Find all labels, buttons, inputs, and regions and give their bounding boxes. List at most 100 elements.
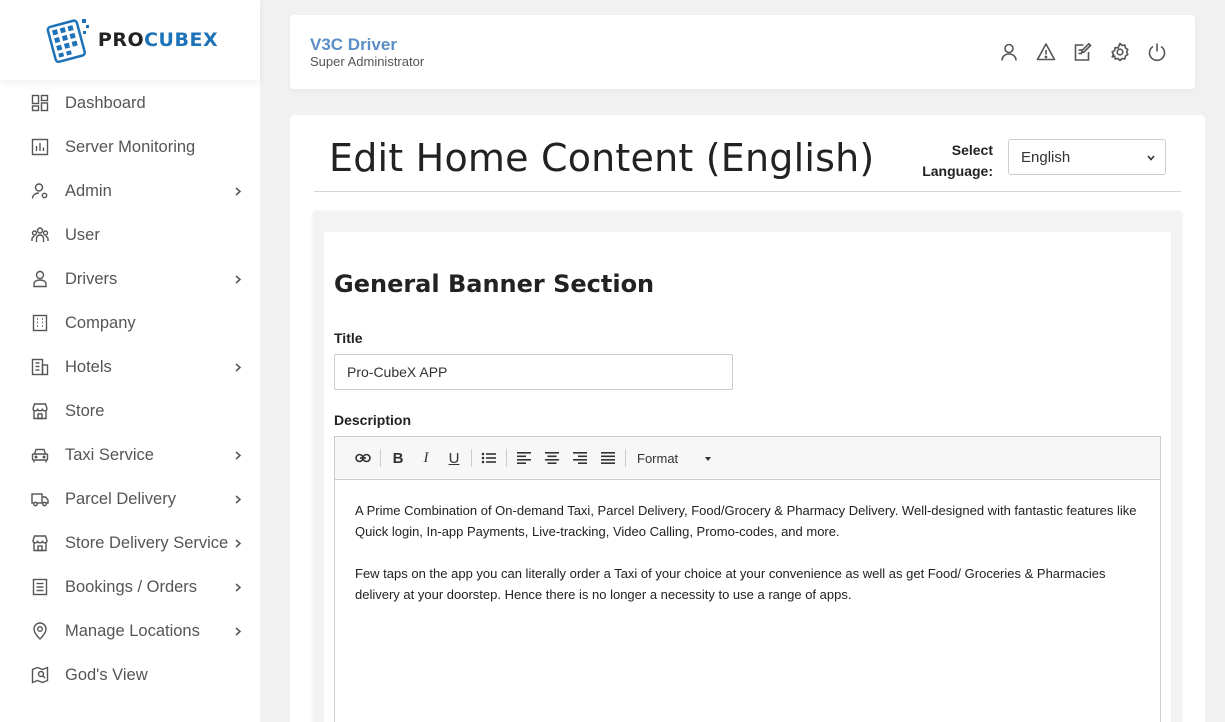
profile-icon[interactable] [999,42,1019,62]
sidebar-item-label: God's View [65,665,148,684]
brand-pro: PRO [97,29,145,51]
edit-icon[interactable] [1073,42,1093,62]
sidebar-item-label: Hotels [65,357,112,376]
title-divider [314,191,1181,192]
chevron-right-icon [235,451,242,460]
language-select-value: English [1021,148,1071,166]
chart-icon [31,138,49,156]
sidebar-item-label: Store [65,401,105,420]
sidebar-item-admin[interactable]: Admin [0,169,260,213]
sidebar-item-store[interactable]: Store [0,389,260,433]
chevron-down-icon [1147,155,1155,161]
sidebar-item-label: Admin [65,181,112,200]
list-icon [31,578,49,596]
sidebar-item-server-monitoring[interactable]: Server Monitoring [0,125,260,169]
chevron-right-icon [235,539,242,548]
language-label: Select Language: [910,140,993,182]
sidebar-item-parcel-delivery[interactable]: Parcel Delivery [0,477,260,521]
title-input-value: Pro-CubeX APP [347,364,448,380]
align-center-icon[interactable] [538,444,566,472]
brand-logo[interactable]: PROCUBEX [0,0,260,80]
sidebar-nav: Dashboard Server Monitoring Admin User D… [0,81,260,697]
chevron-right-icon [235,583,242,592]
sidebar-item-manage-locations[interactable]: Manage Locations [0,609,260,653]
language-label-line1: Select [951,142,993,158]
caret-down-icon [705,457,711,461]
sidebar-item-label: Dashboard [65,93,146,112]
car-icon [31,446,49,464]
editor-content[interactable]: A Prime Combination of On-demand Taxi, P… [335,480,1160,646]
power-icon[interactable] [1147,42,1167,62]
link-icon[interactable] [349,444,377,472]
editor-toolbar: B I U Format [335,437,1160,480]
sidebar-item-label: Taxi Service [65,445,154,464]
sidebar-item-dashboard[interactable]: Dashboard [0,81,260,125]
toolbar-separator [506,449,507,467]
form-body: General Banner Section Title Pro-CubeX A… [324,232,1171,722]
logo-cube-icon [46,19,89,64]
language-select[interactable]: English [1008,139,1166,175]
brand-name: PROCUBEX [98,29,218,51]
sidebar-item-label: Manage Locations [65,621,200,640]
brand-cubex: CUBEX [144,29,219,51]
users-icon [31,226,49,244]
sidebar: PROCUBEX Dashboard Server Monitoring Adm… [0,0,260,722]
sidebar-item-store-delivery-service[interactable]: Store Delivery Service [0,521,260,565]
main-panel: Edit Home Content (English) Select Langu… [290,115,1205,722]
align-justify-icon[interactable] [594,444,622,472]
description-editor: B I U Format A Prime Combination of On-d… [334,436,1161,722]
section-title: General Banner Section [334,270,655,298]
italic-icon[interactable]: I [412,444,440,472]
format-dropdown-label: Format [637,450,679,466]
sidebar-item-hotels[interactable]: Hotels [0,345,260,389]
chevron-right-icon [235,627,242,636]
truck-icon [31,490,49,508]
underline-icon[interactable]: U [440,444,468,472]
toolbar-separator [471,449,472,467]
description-label: Description [334,412,412,428]
driver-icon [31,270,49,288]
chevron-right-icon [235,275,242,284]
align-right-icon[interactable] [566,444,594,472]
align-left-icon[interactable] [510,444,538,472]
sidebar-item-user[interactable]: User [0,213,260,257]
dashboard-icon [31,94,49,112]
sidebar-item-label: Drivers [65,269,118,288]
settings-icon[interactable] [1110,42,1130,62]
sidebar-item-bookings-orders[interactable]: Bookings / Orders [0,565,260,609]
map-icon [31,666,49,684]
store-icon [31,534,49,552]
toolbar-separator [380,449,381,467]
sidebar-item-label: Parcel Delivery [65,489,176,508]
sidebar-item-label: Bookings / Orders [65,577,198,596]
admin-icon [31,182,49,200]
top-header: V3C Driver Super Administrator [290,15,1195,89]
store-icon [31,402,49,420]
bullet-list-icon[interactable] [475,444,503,472]
bold-icon[interactable]: B [384,444,412,472]
title-label: Title [334,330,363,346]
sidebar-item-label: Company [65,313,136,332]
user-role: Super Administrator [310,54,425,69]
chevron-right-icon [235,187,242,196]
sidebar-item-label: Store Delivery Service [65,533,229,552]
description-paragraph: A Prime Combination of On-demand Taxi, P… [355,503,1137,539]
form-card: General Banner Section Title Pro-CubeX A… [314,212,1181,722]
header-actions [999,42,1167,62]
sidebar-item-drivers[interactable]: Drivers [0,257,260,301]
chevron-right-icon [235,495,242,504]
location-icon [31,622,49,640]
sidebar-item-taxi-service[interactable]: Taxi Service [0,433,260,477]
description-paragraph: Few taps on the app you can literally or… [355,566,1106,602]
building-icon [31,314,49,332]
sidebar-item-label: User [65,225,100,244]
sidebar-item-gods-view[interactable]: God's View [0,653,260,697]
chevron-right-icon [235,363,242,372]
sidebar-item-company[interactable]: Company [0,301,260,345]
alert-icon[interactable] [1036,42,1056,62]
user-name: V3C Driver [310,35,397,54]
title-input[interactable]: Pro-CubeX APP [334,354,733,390]
page-title: Edit Home Content (English) [329,136,875,180]
format-dropdown[interactable]: Format [629,444,717,472]
hotel-icon [31,358,49,376]
